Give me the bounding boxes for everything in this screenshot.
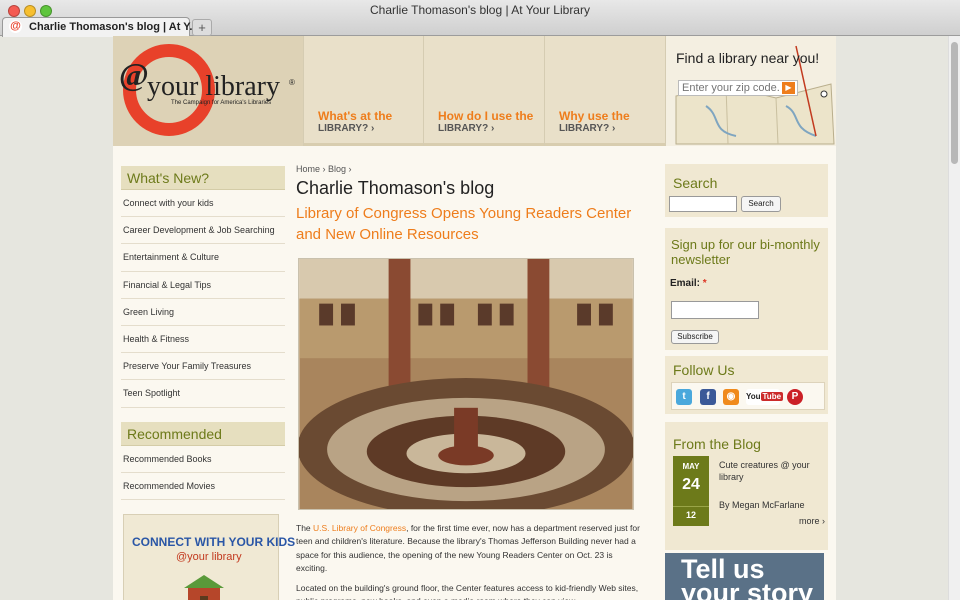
blog-heading: From the Blog bbox=[673, 436, 761, 452]
whats-new-heading: What's New? bbox=[121, 166, 285, 190]
site-header: @ your library ® The Campaign for Americ… bbox=[113, 36, 836, 146]
sidebar-item[interactable]: Entertainment & Culture bbox=[121, 244, 285, 272]
page-scrollbar[interactable] bbox=[948, 36, 960, 600]
post-title[interactable]: Library of Congress Opens Young Readers … bbox=[296, 203, 646, 245]
nav-label-bottom: LIBRARY? › bbox=[438, 123, 495, 134]
search-heading: Search bbox=[673, 175, 718, 191]
follow-us-box: Follow Us t f ◉ You Tube P bbox=[665, 356, 828, 414]
nav-label-top: Why use the bbox=[559, 109, 630, 123]
library-of-congress-link[interactable]: U.S. Library of Congress bbox=[313, 523, 406, 533]
logo-text: your library bbox=[147, 71, 280, 102]
email-label-text: Email: bbox=[670, 278, 701, 289]
scrollbar-thumb[interactable] bbox=[951, 42, 958, 164]
zip-go-button[interactable]: ▶ bbox=[782, 82, 795, 94]
tab-label: Charlie Thomason's blog | At Y... bbox=[29, 21, 199, 33]
nav-label-top: How do I use the bbox=[438, 109, 534, 123]
newsletter-heading: Sign up for our bi-monthly newsletter bbox=[671, 237, 820, 267]
date-year: 12 bbox=[673, 506, 709, 520]
from-the-blog-box: From the Blog MAY 24 12 Cute creatures @… bbox=[665, 422, 828, 550]
youtube-icon[interactable]: You Tube bbox=[746, 389, 784, 405]
nav-label-top: What's at the bbox=[318, 109, 393, 123]
search-box: Search Search bbox=[665, 164, 828, 217]
post-paragraph-2: Located on the building's ground floor, … bbox=[296, 583, 639, 600]
zip-code-input[interactable] bbox=[678, 80, 798, 96]
sidebar-item[interactable]: Recommended Books bbox=[121, 446, 285, 473]
sidebar-item[interactable]: Health & Fitness bbox=[121, 326, 285, 354]
connect-kids-promo[interactable]: CONNECT WITH YOUR KIDS @your library bbox=[123, 514, 295, 600]
logo-reg: ® bbox=[289, 78, 295, 87]
find-library-title: Find a library near you! bbox=[676, 50, 820, 66]
blog-post-link[interactable]: Cute creatures @ your library bbox=[719, 459, 821, 483]
new-tab-button[interactable]: + bbox=[192, 19, 212, 36]
browser-chrome: Charlie Thomason's blog | At Your Librar… bbox=[0, 0, 960, 37]
youtube-tube: Tube bbox=[760, 392, 784, 401]
tell-us-your-story-banner[interactable]: Tell us your story bbox=[665, 553, 824, 600]
promo-subtitle: @your library bbox=[176, 551, 242, 563]
sidebar-item[interactable]: Recommended Movies bbox=[121, 473, 285, 500]
search-input[interactable] bbox=[669, 196, 737, 212]
email-label: Email: * bbox=[670, 278, 707, 289]
site-logo[interactable]: @ your library ® The Campaign for Americ… bbox=[113, 36, 303, 146]
logo-at: @ bbox=[119, 56, 149, 92]
sidebar-item[interactable]: Green Living bbox=[121, 299, 285, 326]
main-content: Home › Blog › Charlie Thomason's blog Li… bbox=[296, 164, 646, 600]
favicon-icon: @ bbox=[9, 20, 22, 33]
rss-icon[interactable]: ◉ bbox=[723, 389, 739, 405]
website: @ your library ® The Campaign for Americ… bbox=[113, 36, 836, 600]
pinterest-icon[interactable]: P bbox=[787, 389, 803, 405]
subscribe-button[interactable]: Subscribe bbox=[671, 330, 719, 344]
p1-text-before: The bbox=[296, 523, 314, 533]
social-links: t f ◉ You Tube P bbox=[671, 382, 825, 410]
more-link[interactable]: more › bbox=[799, 516, 825, 526]
sidebar-item[interactable]: Career Development & Job Searching bbox=[121, 217, 285, 245]
search-button[interactable]: Search bbox=[741, 196, 781, 212]
page-title: Charlie Thomason's blog bbox=[296, 178, 495, 198]
follow-heading: Follow Us bbox=[673, 362, 735, 378]
youtube-you: You bbox=[746, 392, 761, 401]
library-reading-room-photo bbox=[298, 258, 634, 510]
newsletter-box: Sign up for our bi-monthly newsletter Em… bbox=[665, 228, 828, 350]
nav-label-bottom: LIBRARY? › bbox=[559, 123, 616, 134]
date-badge: MAY 24 12 bbox=[673, 456, 709, 526]
nav-how-use-library[interactable]: How do I use the LIBRARY? › bbox=[423, 36, 543, 146]
breadcrumb[interactable]: Home › Blog › bbox=[296, 164, 646, 174]
post-paragraph-1: The U.S. Library of Congress, for the fi… bbox=[296, 522, 640, 576]
date-month: MAY bbox=[682, 462, 700, 471]
sidebar-item[interactable]: Financial & Legal Tips bbox=[121, 272, 285, 299]
sidebar-item[interactable]: Connect with your kids bbox=[121, 190, 285, 218]
promo-title: CONNECT WITH YOUR KIDS bbox=[132, 535, 296, 549]
left-sidebar: What's New? Connect with your kids Caree… bbox=[121, 166, 285, 500]
nav-why-use-library[interactable]: Why use the LIBRARY? › bbox=[544, 36, 664, 146]
twitter-icon[interactable]: t bbox=[676, 389, 692, 405]
sidebar-item[interactable]: Preserve Your Family Treasures bbox=[121, 353, 285, 381]
nav-label-bottom: LIBRARY? › bbox=[318, 123, 375, 134]
find-library-widget: Find a library near you! ▶ bbox=[665, 36, 836, 146]
window-title: Charlie Thomason's blog | At Your Librar… bbox=[370, 3, 590, 17]
required-asterisk: * bbox=[702, 278, 707, 289]
nav-whats-at-library[interactable]: What's at the LIBRARY? › bbox=[303, 36, 423, 146]
logo-tagline: The Campaign for America's Libraries bbox=[171, 100, 272, 106]
blog-author: By Megan McFarlane bbox=[719, 500, 805, 510]
library-building-icon bbox=[184, 575, 224, 600]
email-field[interactable] bbox=[671, 301, 759, 319]
recommended-heading: Recommended bbox=[121, 421, 285, 446]
browser-tab[interactable]: @ Charlie Thomason's blog | At Y... bbox=[2, 17, 199, 37]
sidebar-item[interactable]: Teen Spotlight bbox=[121, 380, 285, 408]
date-day: 24 bbox=[682, 476, 700, 493]
facebook-icon[interactable]: f bbox=[700, 389, 716, 405]
